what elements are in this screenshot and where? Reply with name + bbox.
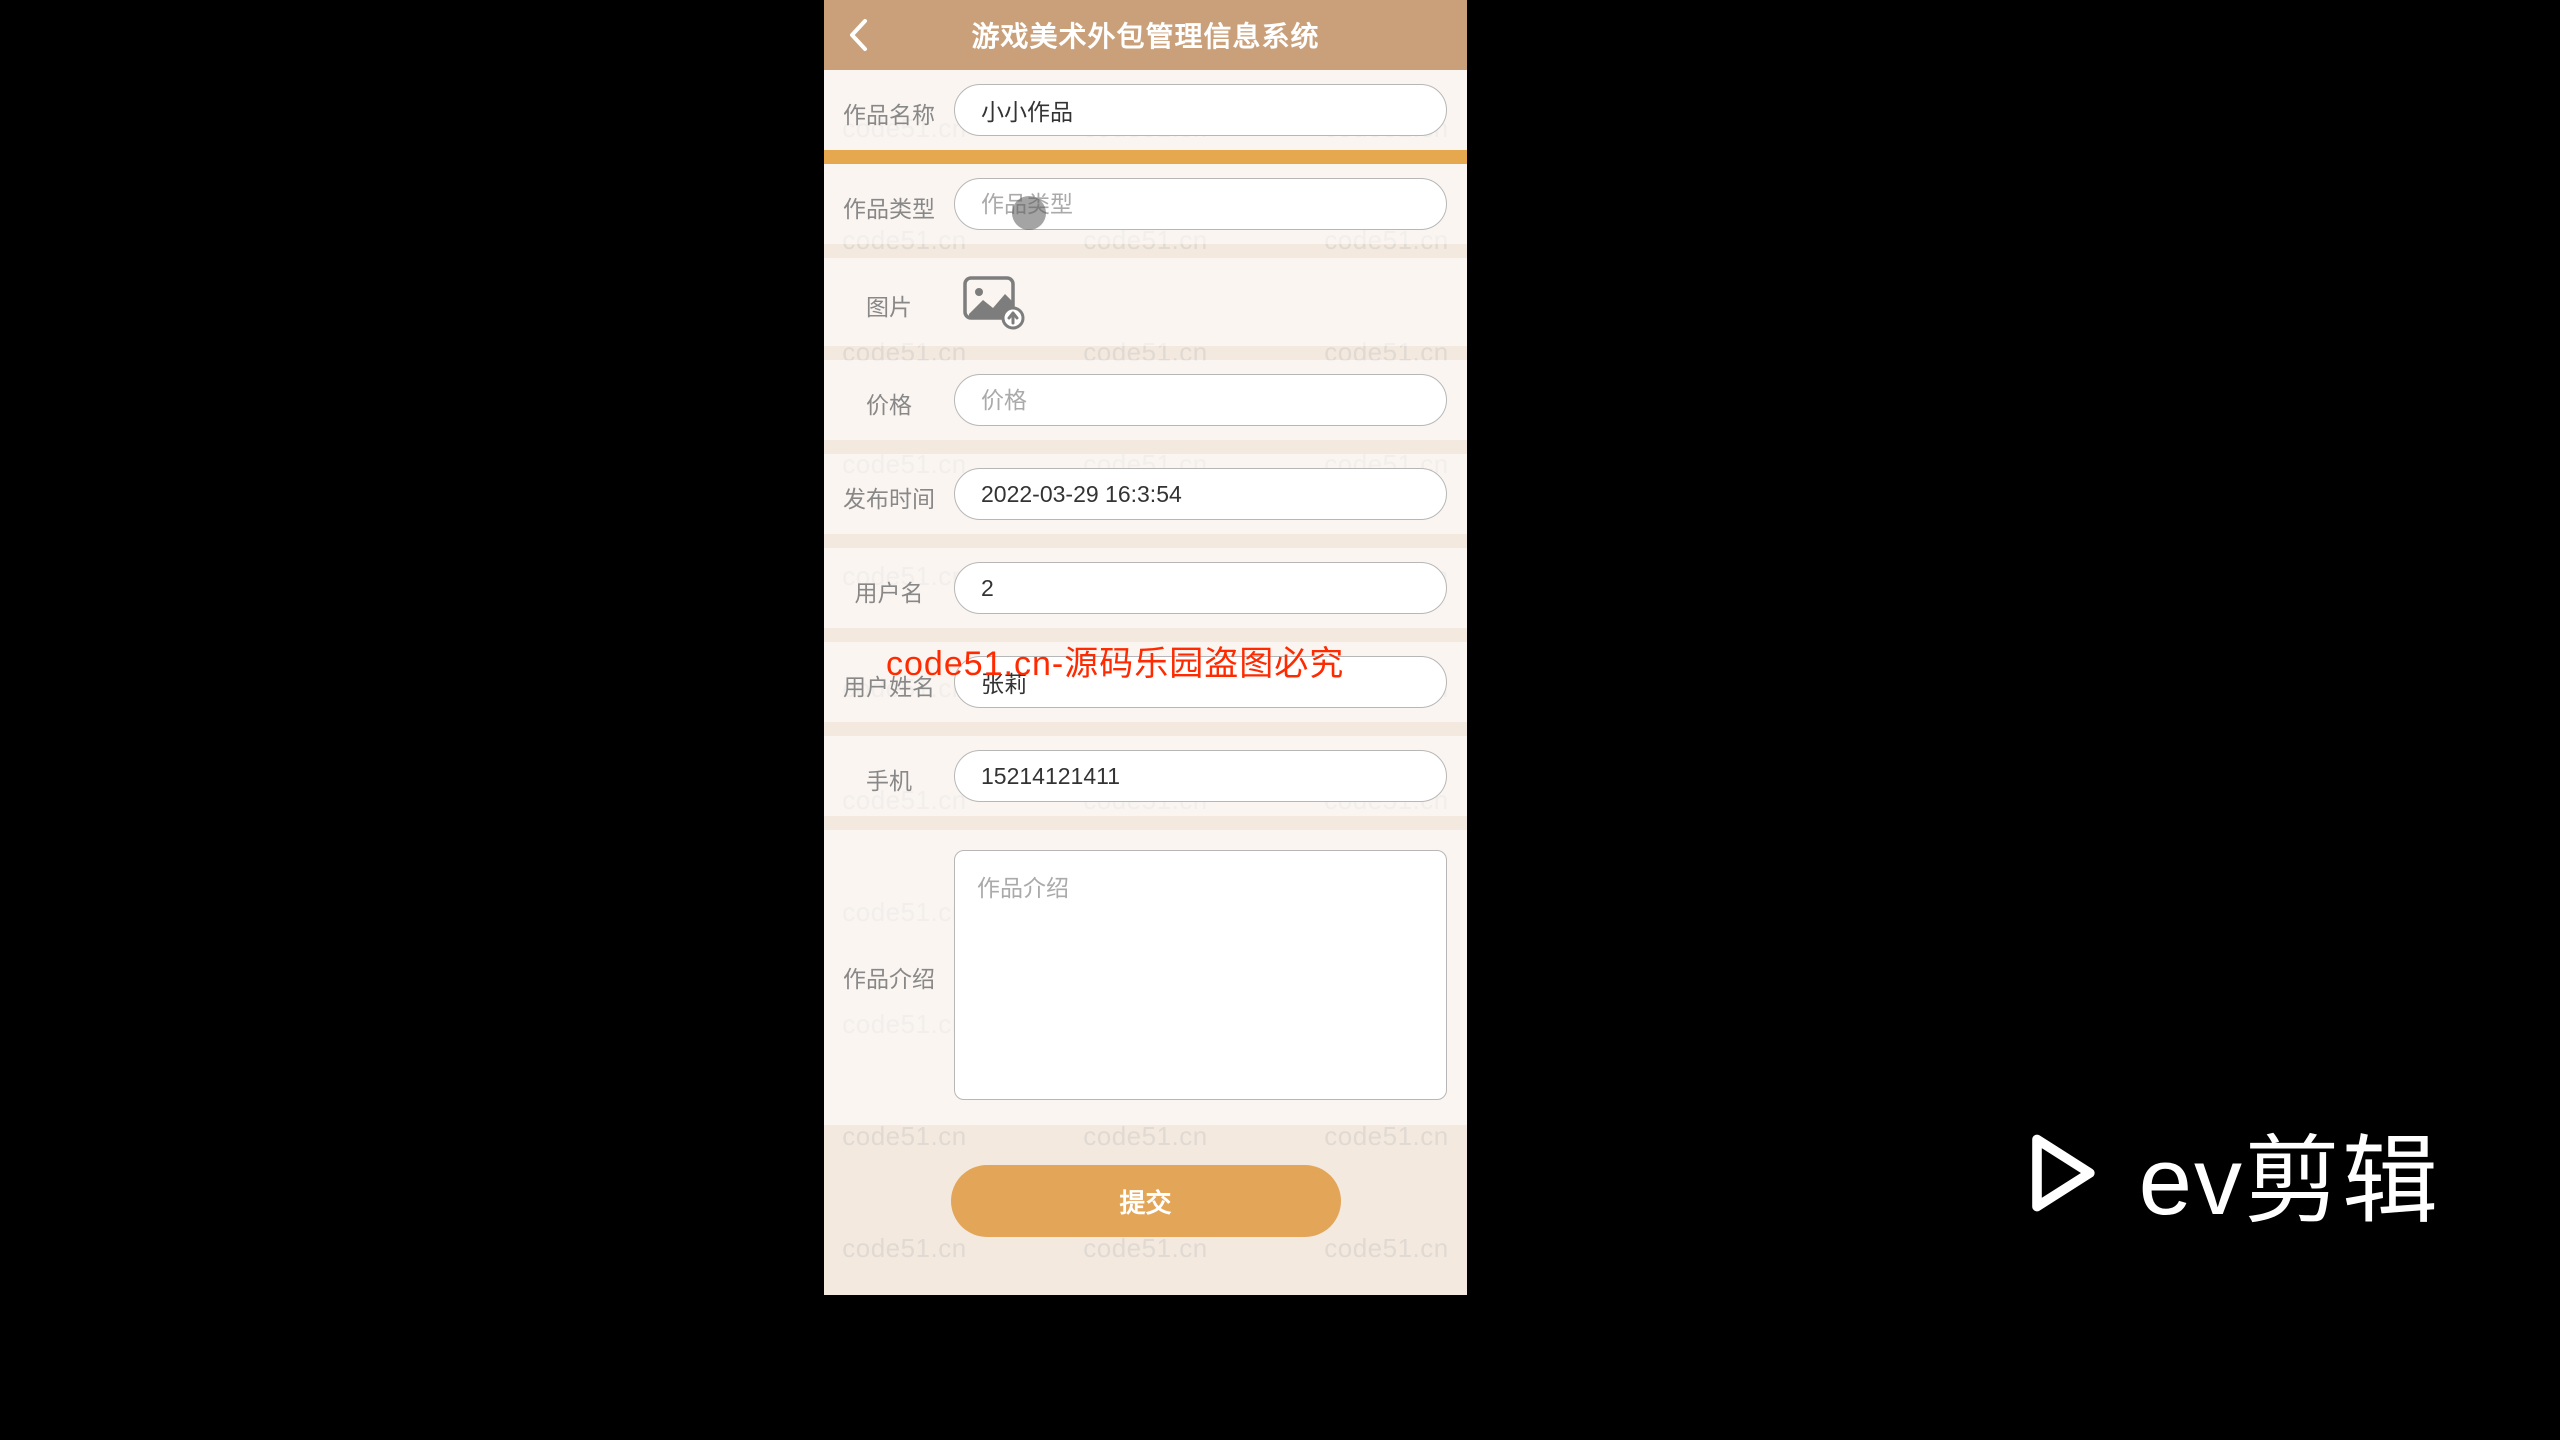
stage: code51.cncode51.cncode51.cncode51.cncode… [0, 0, 2560, 1440]
input-price[interactable] [954, 374, 1447, 426]
app-header: 游戏美术外包管理信息系统 [824, 0, 1467, 70]
label-username: 用户名 [824, 568, 954, 608]
label-publish-time: 发布时间 [824, 474, 954, 514]
phone-frame: code51.cncode51.cncode51.cncode51.cncode… [824, 0, 1467, 1295]
submit-wrap: 提交 [824, 1139, 1467, 1277]
image-upload-icon [961, 274, 1025, 330]
submit-button[interactable]: 提交 [951, 1165, 1341, 1237]
row-type: 作品类型 [824, 164, 1467, 244]
input-phone[interactable] [954, 750, 1447, 802]
input-username[interactable] [954, 562, 1447, 614]
form: 作品名称 作品类型 图片 [824, 70, 1467, 1125]
chevron-left-icon [847, 18, 869, 52]
row-username: 用户名 [824, 548, 1467, 628]
label-name: 作品名称 [824, 90, 954, 130]
page-title: 游戏美术外包管理信息系统 [971, 15, 1319, 55]
ev-logo-text: ev剪辑 [2139, 1103, 2440, 1242]
label-intro: 作品介绍 [824, 850, 954, 994]
row-realname: 用户姓名 [824, 642, 1467, 722]
label-type: 作品类型 [824, 184, 954, 224]
input-realname[interactable] [954, 656, 1447, 708]
label-image: 图片 [824, 282, 954, 322]
ev-logo: ev剪辑 [2013, 1103, 2440, 1242]
row-publish-time: 发布时间 [824, 454, 1467, 534]
row-price: 价格 [824, 360, 1467, 440]
label-phone: 手机 [824, 756, 954, 796]
input-publish-time[interactable] [954, 468, 1447, 520]
label-realname: 用户姓名 [824, 662, 954, 702]
label-price: 价格 [824, 380, 954, 420]
input-name[interactable] [954, 84, 1447, 136]
row-image: 图片 [824, 258, 1467, 346]
upload-image-button[interactable] [958, 272, 1028, 332]
textarea-intro[interactable] [954, 850, 1447, 1100]
input-type[interactable] [954, 178, 1447, 230]
back-button[interactable] [838, 15, 878, 55]
row-intro: 作品介绍 [824, 830, 1467, 1125]
row-phone: 手机 [824, 736, 1467, 816]
row-name: 作品名称 [824, 70, 1467, 150]
play-icon [2013, 1125, 2109, 1221]
